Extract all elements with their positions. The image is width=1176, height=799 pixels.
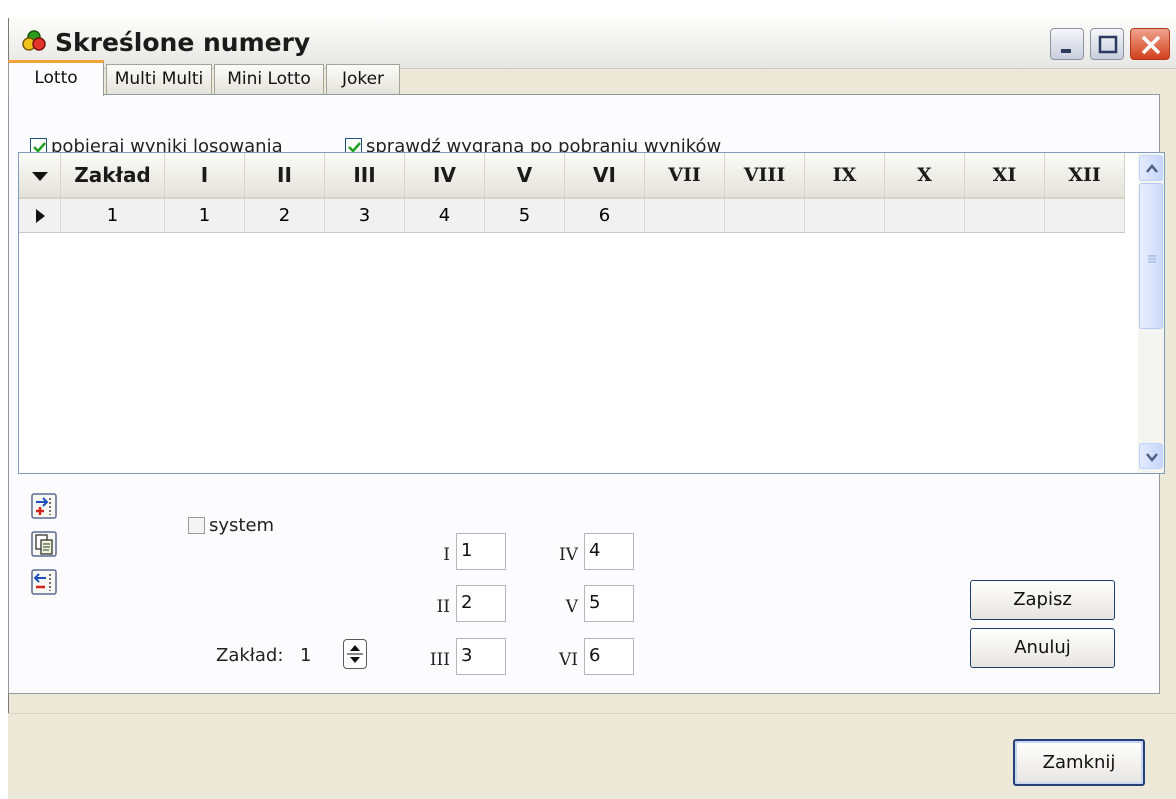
tab-mini-lotto[interactable]: Mini Lotto — [214, 64, 324, 94]
cell-v[interactable]: 5 — [485, 199, 565, 233]
cell-x[interactable] — [885, 199, 965, 233]
table-row[interactable]: 1 1 2 3 4 5 6 — [19, 199, 1125, 233]
cell-xi[interactable] — [965, 199, 1045, 233]
tab-multi-multi[interactable]: Multi Multi — [106, 64, 212, 94]
checkbox-box — [188, 517, 205, 534]
col-header-xi[interactable]: XI — [965, 153, 1045, 197]
grip-icon — [1148, 255, 1156, 263]
cell-i[interactable]: 1 — [165, 199, 245, 233]
cancel-button[interactable]: Anuluj — [970, 628, 1115, 668]
delete-row-icon[interactable] — [31, 569, 57, 595]
label-number-iii: III — [429, 650, 450, 670]
col-header-iii[interactable]: III — [325, 153, 405, 197]
col-header-i[interactable]: I — [165, 153, 245, 197]
cell-ii[interactable]: 2 — [245, 199, 325, 233]
row-indicator — [19, 199, 61, 233]
row-pointer-icon — [36, 209, 45, 223]
bet-number-value[interactable]: 1 — [300, 645, 311, 666]
label-number-vi: VI — [559, 650, 578, 670]
number-field-ii[interactable]: 2 — [456, 585, 506, 622]
col-header-iv[interactable]: IV — [405, 153, 485, 197]
maximize-icon — [1098, 35, 1118, 54]
close-window-button[interactable] — [1130, 28, 1170, 60]
label-number-v: V — [565, 597, 578, 617]
label-number-iv: IV — [559, 545, 578, 565]
col-header-ii[interactable]: II — [245, 153, 325, 197]
close-icon — [1141, 35, 1161, 55]
col-header-viii[interactable]: VIII — [725, 153, 805, 197]
cell-vii[interactable] — [645, 199, 725, 233]
app-clover-icon — [22, 30, 46, 51]
number-field-i[interactable]: 1 — [456, 533, 506, 570]
bet-label: Zakład: — [216, 645, 284, 666]
add-row-icon[interactable] — [31, 493, 57, 519]
tab-joker[interactable]: Joker — [326, 64, 400, 94]
bet-spinner[interactable] — [343, 639, 367, 669]
vertical-scrollbar[interactable] — [1138, 153, 1164, 473]
system-checkbox[interactable]: system — [188, 515, 274, 536]
minimize-button[interactable] — [1050, 28, 1084, 60]
cell-xii[interactable] — [1045, 199, 1125, 233]
number-field-iii[interactable]: 3 — [456, 638, 506, 675]
spin-updown-icon — [347, 645, 363, 663]
scroll-up-button[interactable] — [1139, 155, 1163, 181]
cell-ix[interactable] — [805, 199, 885, 233]
cell-iii[interactable]: 3 — [325, 199, 405, 233]
grid-header: Zakład I II III IV V VI VII VIII IX X XI… — [19, 153, 1125, 199]
maximize-button[interactable] — [1090, 28, 1124, 60]
chevron-up-icon — [1146, 164, 1158, 173]
col-header-v[interactable]: V — [485, 153, 565, 197]
number-field-vi[interactable]: 6 — [584, 638, 634, 675]
cell-iv[interactable]: 4 — [405, 199, 485, 233]
column-menu-button[interactable] — [19, 153, 61, 197]
label-number-i: I — [443, 545, 450, 565]
col-header-vii[interactable]: VII — [645, 153, 725, 197]
col-header-ix[interactable]: IX — [805, 153, 885, 197]
number-field-v[interactable]: 5 — [584, 585, 634, 622]
close-button[interactable]: Zamknij — [1013, 739, 1145, 786]
system-label: system — [209, 515, 275, 536]
scroll-down-button[interactable] — [1139, 443, 1163, 469]
cell-viii[interactable] — [725, 199, 805, 233]
dialog-footer — [8, 713, 1176, 799]
save-button[interactable]: Zapisz — [970, 580, 1115, 620]
col-header-vi[interactable]: VI — [565, 153, 645, 197]
col-header-xii[interactable]: XII — [1045, 153, 1125, 197]
number-field-iv[interactable]: 4 — [584, 533, 634, 570]
cell-zaklad[interactable]: 1 — [61, 199, 165, 233]
bets-grid[interactable]: Zakład I II III IV V VI VII VIII IX X XI… — [18, 152, 1165, 474]
window-title: Skreślone numery — [55, 28, 311, 57]
col-header-zaklad[interactable]: Zakład — [61, 153, 165, 197]
cell-vi[interactable]: 6 — [565, 199, 645, 233]
copy-icon[interactable] — [31, 531, 57, 557]
label-number-ii: II — [436, 597, 450, 617]
chevron-down-icon — [1146, 453, 1158, 462]
minimize-icon — [1061, 49, 1071, 53]
col-header-x[interactable]: X — [885, 153, 965, 197]
dropdown-arrow-icon — [32, 172, 48, 181]
tab-lotto[interactable]: Lotto — [8, 60, 104, 96]
title-bar: Skreślone numery — [9, 18, 1176, 69]
scroll-thumb[interactable] — [1139, 183, 1163, 329]
